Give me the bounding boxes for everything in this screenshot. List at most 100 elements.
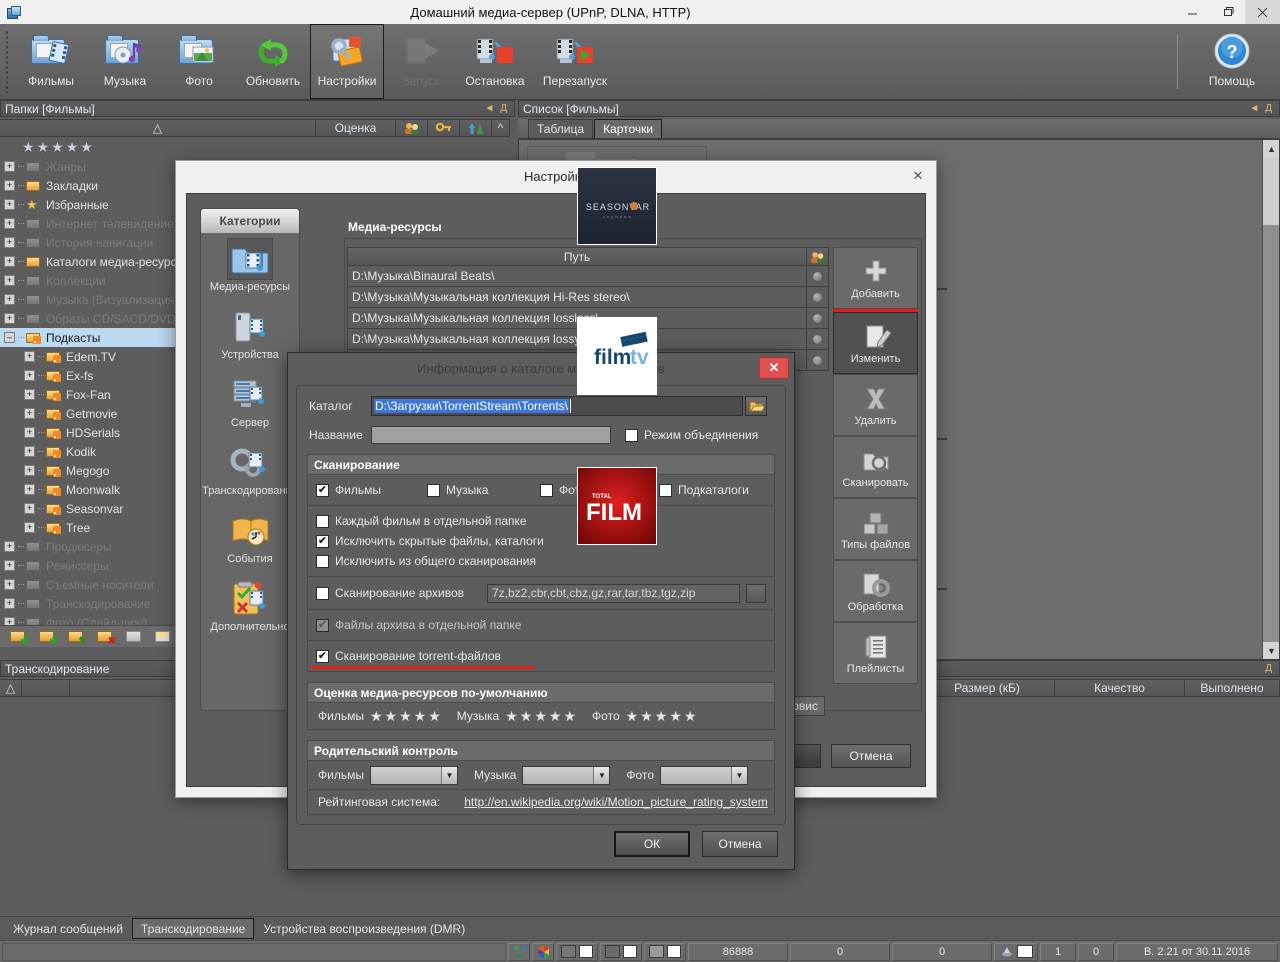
bottom-tab-log[interactable]: Журнал сообщений [4,918,132,939]
tab-cards[interactable]: Карточки [594,119,662,138]
star-icon[interactable]: ★ [37,140,50,154]
tree-scroll-up[interactable]: ^ [492,119,510,137]
each-movie-checkbox[interactable] [316,515,329,528]
add-folder-icon[interactable]: ✚ [39,629,57,645]
expand-icon[interactable]: + [4,294,15,305]
swatch-dark[interactable] [561,945,576,958]
category-transcoding[interactable]: Транскодирование [201,437,299,505]
collapse-icon[interactable]: – [4,332,15,343]
sort-up-icon[interactable] [460,119,492,137]
expand-icon[interactable]: + [24,408,35,419]
info-close-button[interactable]: ✕ [759,357,789,379]
star-icon[interactable]: ★ [640,709,653,723]
info-cancel-button[interactable]: Отмена [702,831,778,857]
torrent-scan-checkbox[interactable]: ✔ [316,650,329,663]
toolbar-grip[interactable] [3,30,12,93]
users-icon[interactable] [806,248,828,265]
rating-system-link[interactable]: http://en.wikipedia.org/wiki/Motion_pict… [464,795,767,809]
tab-table[interactable]: Таблица [528,119,593,138]
name-input[interactable] [371,426,611,444]
column-size[interactable]: Размер (кБ) [920,679,1055,697]
toolbar-button-photo[interactable]: Фото [162,24,236,99]
column-done[interactable]: Выполнено [1185,679,1280,697]
expand-icon[interactable]: + [4,218,15,229]
star-icon[interactable]: ★ [51,140,64,154]
device-swatch[interactable] [1017,945,1033,958]
archive-scan-checkbox[interactable] [316,587,329,600]
toolbar-button-restart[interactable]: Перезапуск [532,24,618,99]
playlists-button[interactable]: Плейлисты [833,622,918,684]
merge-mode-checkbox[interactable] [625,429,638,442]
star-icon[interactable]: ★ [370,709,383,723]
column-blank[interactable] [22,679,70,697]
pin-icon[interactable]: Д [1262,103,1275,114]
scan-subfolders-checkbox[interactable] [659,484,672,497]
star-icon[interactable]: ★ [549,709,562,723]
star-icon[interactable]: ★ [520,709,533,723]
scrollbar-thumb[interactable] [1263,157,1280,225]
swatch-light[interactable] [623,945,638,958]
key-icon[interactable] [428,119,460,137]
settings-cancel-button[interactable]: Отмена [831,744,911,768]
expand-icon[interactable]: + [4,579,15,590]
expand-icon[interactable]: + [4,199,15,210]
star-icon[interactable]: ★ [505,709,518,723]
access-cell[interactable] [806,350,828,370]
scan-music-checkbox[interactable] [427,484,440,497]
expand-icon[interactable]: + [24,484,35,495]
expand-icon[interactable]: + [4,275,15,286]
delete-folder-icon[interactable]: ✖ [97,629,115,645]
cloud-folder-icon[interactable] [126,629,144,645]
star-icon[interactable]: ★ [684,709,697,723]
star-icon[interactable]: ★ [669,709,682,723]
star-icon[interactable]: ★ [655,709,668,723]
toolbar-button-music[interactable]: Музыка [88,24,162,99]
option-exclude-general-row[interactable]: Исключить из общего сканирования [308,551,774,571]
table-row[interactable]: D:\Музыка\Binaural Beats\ [347,266,829,287]
expand-icon[interactable]: + [4,180,15,191]
access-cell[interactable] [806,287,828,307]
color-swatch-pair-3[interactable] [644,943,686,961]
processing-button[interactable]: Обработка [833,560,918,622]
column-path[interactable]: Путь [348,248,806,265]
swatch-dark[interactable] [649,945,664,958]
collapse-icon[interactable]: ◄ [1246,103,1262,114]
minimize-button[interactable] [1175,0,1210,24]
column-quality[interactable]: Качество [1055,679,1185,697]
pin-icon[interactable]: Д [497,103,510,114]
edit-folder-icon[interactable]: ✎ [68,629,86,645]
open-folder-icon[interactable] [745,396,767,416]
category-additional[interactable]: Дополнительно [201,573,299,641]
cards-vertical-scrollbar[interactable]: ▲ ▼ [1262,140,1279,659]
expand-icon[interactable]: + [24,351,35,362]
toolbar-button-refresh[interactable]: Обновить [236,24,310,99]
delete-button[interactable]: Удалить [833,374,918,436]
toolbar-button-movies[interactable]: Фильмы [14,24,88,99]
color-swatch-pair-1[interactable] [556,943,598,961]
color-wheel-icon[interactable] [532,943,554,961]
scan-button[interactable]: Сканировать [833,436,918,498]
star-icon[interactable]: ★ [626,709,639,723]
star-icon[interactable]: ★ [534,709,547,723]
edit-button[interactable]: Изменить [833,312,918,374]
swatch-light[interactable] [667,945,682,958]
expand-icon[interactable]: + [4,598,15,609]
expand-icon[interactable]: + [24,446,35,457]
parental-music-select[interactable]: ▼ [522,766,610,785]
category-events[interactable]: События [201,505,299,573]
users-icon[interactable] [396,119,428,137]
expand-icon[interactable]: + [24,427,35,438]
star-icon[interactable]: ★ [428,709,441,723]
weather-folder-icon[interactable] [155,629,173,645]
toolbar-button-settings[interactable]: Настройки [310,24,384,99]
toolbar-button-help[interactable]: ? Помощь [1192,24,1272,99]
expand-icon[interactable]: + [4,617,15,625]
expand-icon[interactable]: + [4,313,15,324]
network-icon[interactable] [508,943,530,961]
settings-close-button[interactable]: ✕ [904,165,932,187]
expand-icon[interactable]: + [24,522,35,533]
expand-icon[interactable]: + [24,389,35,400]
color-swatch-pair-2[interactable] [600,943,642,961]
rating-music-stars[interactable]: ★★★★★ [505,709,576,723]
option-exclude-hidden-row[interactable]: ✔ Исключить скрытые файлы, каталоги [308,531,774,551]
